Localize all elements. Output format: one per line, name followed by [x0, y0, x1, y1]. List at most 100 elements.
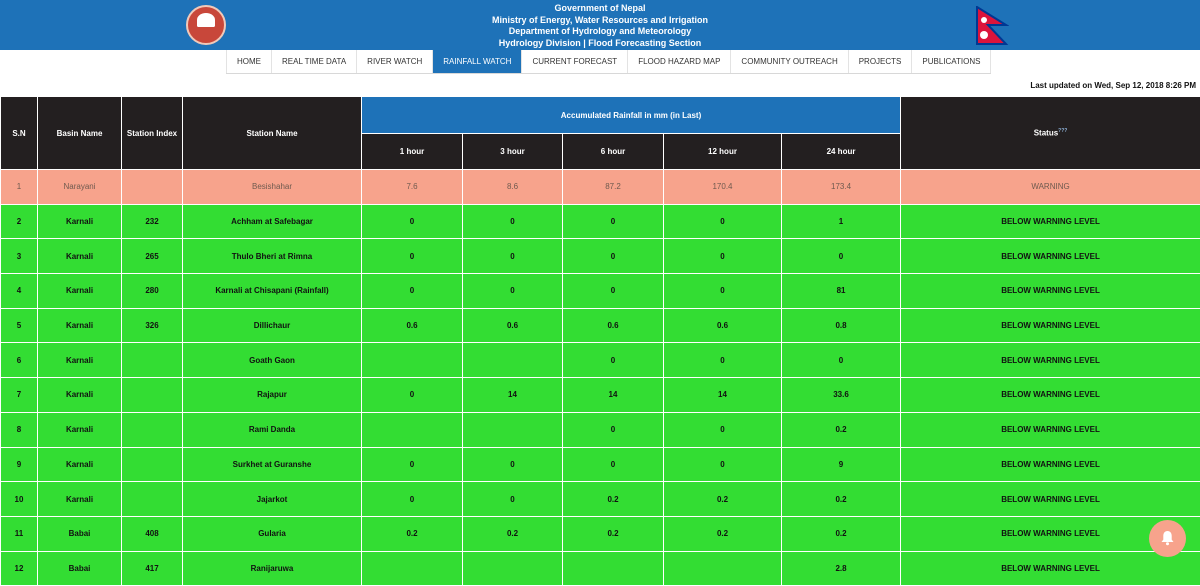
cell-r6: 0.2 [563, 482, 664, 517]
cell-r1: 0 [362, 378, 463, 413]
nav-current-forecast[interactable]: CURRENT FORECAST [521, 50, 627, 73]
cell-status: BELOW WARNING LEVEL [901, 204, 1200, 239]
rainfall-table: S.N Basin Name Station Index Station Nam… [0, 96, 1200, 586]
table-row: 5Karnali326Dillichaur0.60.60.60.60.8BELO… [1, 308, 1200, 343]
cell-index: 326 [122, 308, 183, 343]
cell-r3: 0.2 [463, 516, 563, 551]
cell-r1: 0 [362, 274, 463, 309]
cell-r6: 0 [563, 343, 664, 378]
nav-flood-hazard-map[interactable]: FLOOD HAZARD MAP [627, 50, 730, 73]
cell-r6: 0 [563, 204, 664, 239]
cell-r12: 0 [664, 343, 782, 378]
cell-sn: 5 [1, 308, 38, 343]
cell-r12: 14 [664, 378, 782, 413]
cell-station: Achham at Safebagar [183, 204, 362, 239]
table-row: 11Babai408Gularia0.20.20.20.20.2BELOW WA… [1, 516, 1200, 551]
cell-r12: 0 [664, 412, 782, 447]
cell-sn: 2 [1, 204, 38, 239]
cell-station: Besishahar [183, 170, 362, 205]
cell-r3: 14 [463, 378, 563, 413]
cell-station: Karnali at Chisapani (Rainfall) [183, 274, 362, 309]
cell-sn: 11 [1, 516, 38, 551]
bell-icon [1160, 530, 1175, 546]
cell-r1: 0 [362, 204, 463, 239]
header-line-1: Government of Nepal [450, 3, 750, 15]
table-row: 3Karnali265Thulo Bheri at Rimna00000BELO… [1, 239, 1200, 274]
cell-index [122, 482, 183, 517]
cell-r6: 0 [563, 447, 664, 482]
cell-basin: Karnali [38, 239, 122, 274]
table-row: 10KarnaliJajarkot000.20.20.2BELOW WARNIN… [1, 482, 1200, 517]
cell-status: BELOW WARNING LEVEL [901, 482, 1200, 517]
cell-r3 [463, 551, 563, 586]
cell-basin: Karnali [38, 482, 122, 517]
nav-projects[interactable]: PROJECTS [848, 50, 912, 73]
cell-r1 [362, 551, 463, 586]
cell-index [122, 378, 183, 413]
col-1-hour: 1 hour [362, 134, 463, 170]
cell-sn: 1 [1, 170, 38, 205]
cell-basin: Karnali [38, 204, 122, 239]
col-station-name: Station Name [183, 97, 362, 170]
table-row: 8KarnaliRami Danda000.2BELOW WARNING LEV… [1, 412, 1200, 447]
notification-button[interactable] [1149, 520, 1186, 557]
cell-basin: Karnali [38, 412, 122, 447]
status-label: Status [1034, 129, 1058, 138]
nav-publications[interactable]: PUBLICATIONS [911, 50, 991, 73]
cell-r1: 0 [362, 447, 463, 482]
col-accumulated-rainfall: Accumulated Rainfall in mm (in Last) [362, 97, 901, 134]
cell-r6: 0 [563, 412, 664, 447]
cell-r12: 0.2 [664, 516, 782, 551]
cell-sn: 9 [1, 447, 38, 482]
cell-r3 [463, 343, 563, 378]
nav-real-time-data[interactable]: REAL TIME DATA [271, 50, 356, 73]
cell-r6: 0.6 [563, 308, 664, 343]
header-line-2: Ministry of Energy, Water Resources and … [450, 15, 750, 27]
cell-r6: 87.2 [563, 170, 664, 205]
col-basin-name: Basin Name [38, 97, 122, 170]
table-row: 2Karnali232Achham at Safebagar00001BELOW… [1, 204, 1200, 239]
cell-status: WARNING [901, 170, 1200, 205]
cell-r6: 14 [563, 378, 664, 413]
cell-index: 232 [122, 204, 183, 239]
cell-r6: 0 [563, 274, 664, 309]
col-12-hour: 12 hour [664, 134, 782, 170]
cell-r1: 0 [362, 482, 463, 517]
col-station-index: Station Index [122, 97, 183, 170]
cell-index: 408 [122, 516, 183, 551]
cell-basin: Karnali [38, 378, 122, 413]
table-row: 1NarayaniBesishahar7.68.687.2170.4173.4W… [1, 170, 1200, 205]
cell-status: BELOW WARNING LEVEL [901, 308, 1200, 343]
cell-basin: Karnali [38, 343, 122, 378]
table-row: 7KarnaliRajapur014141433.6BELOW WARNING … [1, 378, 1200, 413]
table-row: 12Babai417Ranijaruwa2.8BELOW WARNING LEV… [1, 551, 1200, 586]
cell-r24: 81 [782, 274, 901, 309]
cell-r24: 0.8 [782, 308, 901, 343]
last-updated: Last updated on Wed, Sep 12, 2018 8:26 P… [1030, 81, 1196, 90]
cell-sn: 8 [1, 412, 38, 447]
nav-river-watch[interactable]: RIVER WATCH [356, 50, 432, 73]
cell-r3: 8.6 [463, 170, 563, 205]
nav-rainfall-watch[interactable]: RAINFALL WATCH [432, 50, 521, 73]
cell-basin: Karnali [38, 447, 122, 482]
cell-r24: 33.6 [782, 378, 901, 413]
nav-home[interactable]: HOME [226, 50, 271, 73]
nepal-emblem-icon[interactable] [186, 5, 226, 45]
cell-index [122, 447, 183, 482]
cell-status: BELOW WARNING LEVEL [901, 447, 1200, 482]
cell-station: Gularia [183, 516, 362, 551]
cell-r3: 0 [463, 274, 563, 309]
cell-status: BELOW WARNING LEVEL [901, 378, 1200, 413]
cell-station: Surkhet at Guranshe [183, 447, 362, 482]
cell-index [122, 412, 183, 447]
cell-station: Dillichaur [183, 308, 362, 343]
nav-community-outreach[interactable]: COMMUNITY OUTREACH [730, 50, 847, 73]
table-row: 6KarnaliGoath Gaon000BELOW WARNING LEVEL [1, 343, 1200, 378]
cell-index [122, 170, 183, 205]
cell-status: BELOW WARNING LEVEL [901, 343, 1200, 378]
cell-basin: Karnali [38, 308, 122, 343]
cell-r24: 2.8 [782, 551, 901, 586]
site-header: Government of Nepal Ministry of Energy, … [0, 0, 1200, 50]
cell-r12: 0.6 [664, 308, 782, 343]
status-superscript: ??? [1058, 128, 1067, 134]
